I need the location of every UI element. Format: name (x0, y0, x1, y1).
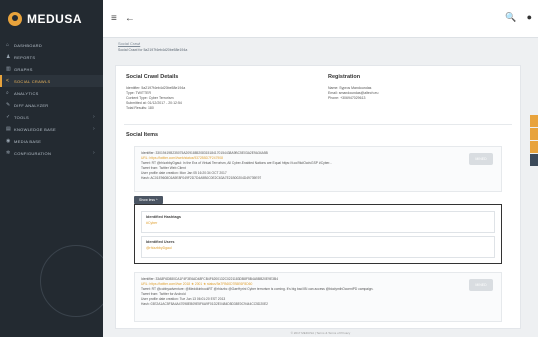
sidebar-item-configuration[interactable]: ✲ CONFIGURATION › (0, 147, 103, 159)
book-icon: ▤ (6, 126, 12, 132)
social-item: Identifier: 33A8F6D880CA1F4F3E6AD48FCB4F… (134, 272, 502, 322)
identified-hashtag-link[interactable]: #Cyber (146, 221, 490, 225)
sidebar-item-media-base[interactable]: ◉ MEDIA BASE (0, 135, 103, 147)
chart-icon: ▥ (6, 66, 12, 72)
sidebar-item-reports[interactable]: ♟ REPORTS (0, 51, 103, 63)
chevron-right-icon: › (93, 150, 95, 156)
sidebar-item-label: DASHBOARD (14, 42, 43, 48)
details-list: Identifier: 5a2197f4eb4d20be58e194a Type… (126, 86, 185, 111)
side-tab[interactable] (530, 141, 538, 153)
sidebar-item-label: GRAPHS (14, 66, 33, 72)
decorative-circle (40, 245, 103, 317)
page-subtitle: Social Crawl for 5a2197f4eb4d20be58e194a (118, 48, 188, 52)
sidebar-item-social-crawls[interactable]: < SOCIAL CRAWLS (0, 75, 103, 87)
edit-icon: ✎ (6, 102, 11, 108)
side-tab[interactable] (530, 115, 538, 127)
mined-button[interactable]: MINED (469, 279, 493, 291)
show-less-button[interactable]: Show less ^ (134, 196, 163, 204)
item-hash: Hash: AC01E9608C6A9E8F049F2D7D4A9B0C0E2C… (141, 176, 262, 180)
item-hash: Hash: 03E2A1AC5F8A4A47098EB09E5F6A9F01D2… (141, 302, 269, 306)
social-item: Identifier: 33019419B235075A209188520831… (134, 146, 502, 192)
back-arrow-icon[interactable]: ← (125, 13, 135, 24)
wrench-icon: ✓ (6, 114, 11, 120)
registration-list: Name: Sypros Mandoundas Email: smandound… (328, 86, 378, 101)
settings-icon: ✲ (6, 150, 11, 156)
social-items-title: Social Items (126, 132, 159, 138)
footer: © 2017 MEDUSA | Terms & Terms of Privacy (290, 331, 351, 335)
identified-users-box: Identified Users @rhizzbbyDgaul (141, 236, 495, 258)
search-icon: ⌕ (6, 90, 10, 96)
chevron-right-icon: › (93, 114, 95, 120)
sidebar-item-label: DIFF ANALYZER (14, 102, 49, 108)
sidebar-item-label: MEDIA BASE (14, 138, 42, 144)
sidebar-item-label: REPORTS (14, 54, 36, 60)
sidebar-item-knowledge-base[interactable]: ▤ KNOWLEDGE BASE › (0, 123, 103, 135)
share-icon: < (6, 78, 10, 84)
side-tab[interactable] (530, 128, 538, 140)
identified-user-link[interactable]: @rhizzbbyDgaul (146, 246, 490, 250)
sidebar-item-dashboard[interactable]: ⌂ DASHBOARD (0, 39, 103, 51)
right-side-tabs (530, 115, 538, 167)
divider (124, 124, 512, 125)
sidebar-item-label: CONFIGURATION (14, 150, 52, 156)
hamburger-menu-icon[interactable]: ≡ (111, 13, 117, 24)
user-avatar-icon[interactable]: ● (527, 12, 532, 23)
sidebar-item-tools[interactable]: ✓ TOOLS › (0, 111, 103, 123)
home-icon: ⌂ (6, 42, 10, 48)
person-icon: ♟ (6, 54, 11, 60)
social-crawl-card: Social Crawl Details Identifier: 5a2197f… (115, 65, 521, 329)
chevron-right-icon: › (93, 126, 95, 132)
sidebar-item-graphs[interactable]: ▥ GRAPHS (0, 63, 103, 75)
breadcrumb[interactable]: Social Crawl (118, 41, 523, 46)
main-content: Social Crawl Social Crawl for 5a2197f4eb… (103, 37, 538, 337)
sidebar-item-label: KNOWLEDGE BASE (14, 126, 56, 132)
media-icon: ◉ (6, 138, 11, 144)
sidebar-item-label: TOOLS (14, 114, 29, 120)
sidebar-item-label: ANALYTICS (14, 90, 39, 96)
details-title: Social Crawl Details (126, 74, 179, 80)
sidebar-item-analytics[interactable]: ⌕ ANALYTICS (0, 87, 103, 99)
sidebar-item-diff-analyzer[interactable]: ✎ DIFF ANALYZER (0, 99, 103, 111)
registration-title: Registration (328, 74, 361, 80)
identified-hashtags-label: Identified Hashtags (146, 215, 182, 219)
brand-name: MEDUSA (27, 11, 83, 26)
topbar: ≡ ← 🔍 ● (103, 0, 538, 38)
search-icon[interactable]: 🔍 (505, 12, 516, 23)
identified-panel: Show less ^ Identified Hashtags #Cyber I… (134, 196, 502, 264)
sidebar-menu: ⌂ DASHBOARD ♟ REPORTS ▥ GRAPHS < SOCIAL CRAWLS ⌕… (0, 39, 103, 159)
details-line: Total Results: 180 (126, 106, 154, 110)
sidebar: MEDUSA ⌂ DASHBOARD ♟ REPORTS ▥ GRAPHS < SOCIAL … (0, 0, 103, 337)
identified-hashtags-box: Identified Hashtags #Cyber (141, 211, 495, 233)
logo-icon (8, 11, 22, 26)
brand-logo[interactable]: MEDUSA (0, 0, 103, 37)
registration-line: Phone: +306947029613 (328, 96, 366, 100)
sidebar-item-label: SOCIAL CRAWLS (14, 78, 51, 84)
identified-users-label: Identified Users (146, 240, 175, 244)
mined-button[interactable]: MINED (469, 153, 493, 165)
side-tab[interactable] (530, 154, 538, 166)
